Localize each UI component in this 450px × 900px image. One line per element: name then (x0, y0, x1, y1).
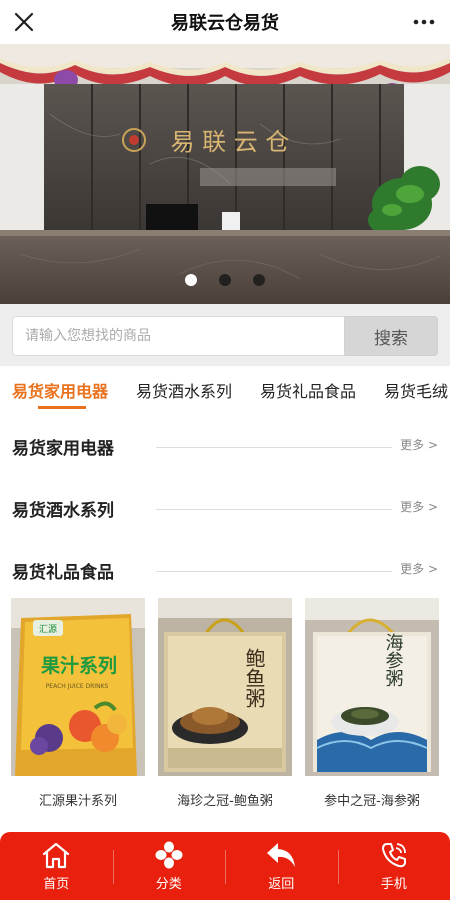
carousel-dot[interactable] (253, 274, 265, 286)
phone-icon (381, 842, 406, 867)
carousel-dot[interactable] (185, 274, 197, 286)
banner-sign-text: 易 联 云 仓 (171, 128, 290, 156)
section-divider (156, 509, 392, 510)
nav-item-home[interactable]: 首页 (0, 832, 113, 900)
page-title: 易联云仓易货 (171, 13, 279, 34)
section-divider (156, 571, 392, 572)
close-icon[interactable] (10, 8, 38, 36)
section-title: 易货礼品食品 (12, 563, 114, 583)
product-image: 海参粥 (305, 598, 439, 776)
nav-item-back[interactable]: 返回 (225, 832, 338, 900)
product-card[interactable]: 鲍鱼粥 海珍之冠-鲍鱼粥 (158, 598, 292, 809)
product-card[interactable]: 海参粥 参中之冠-海参粥 (305, 598, 439, 809)
product-card[interactable]: 汇源 果汁系列 PEACH JUICE DRINKS 汇源果汁系列 (11, 598, 145, 809)
box-subtitle-text: PEACH JUICE DRINKS (46, 683, 109, 690)
tab-liquor[interactable]: 易货酒水系列 (136, 378, 232, 402)
box-title-text: 海参粥 (383, 633, 404, 687)
section-gifts-food: 易货礼品食品 更多 > (0, 550, 450, 590)
box-title-text: 果汁系列 (40, 654, 117, 677)
section-title: 易货酒水系列 (12, 501, 114, 521)
more-icon[interactable] (410, 8, 438, 36)
carousel-dots (0, 274, 450, 286)
nav-item-phone[interactable]: 手机 (337, 832, 450, 900)
top-bar: 易联云仓易货 (0, 0, 450, 44)
search-input[interactable] (12, 316, 345, 356)
box-brand-text: 汇源 (39, 624, 57, 635)
back-icon (267, 842, 296, 867)
product-image: 鲍鱼粥 (158, 598, 292, 776)
section-home-appliances: 易货家用电器 更多 > (0, 426, 450, 466)
product-name: 海珍之冠-鲍鱼粥 (177, 794, 273, 809)
product-image: 汇源 果汁系列 PEACH JUICE DRINKS (11, 598, 145, 776)
nav-item-category[interactable]: 分类 (112, 832, 226, 900)
search-bar: 搜索 (0, 304, 450, 366)
tab-home-appliances[interactable]: 易货家用电器 (12, 378, 108, 402)
product-name: 参中之冠-海参粥 (324, 794, 420, 809)
nav-label: 首页 (43, 876, 70, 892)
carousel-dot[interactable] (219, 274, 231, 286)
active-tab-indicator (38, 406, 86, 409)
bottom-nav: 首页 分类 返回 手机 (0, 832, 450, 900)
banner-image: 易 联 云 仓 (0, 44, 450, 304)
page: 易联云仓易货 易 联 云 仓 请输入您想找的商品 搜索 易货家用电器 易货酒水系… (0, 0, 450, 900)
section-liquor: 易货酒水系列 更多 > (0, 488, 450, 528)
more-link[interactable]: 更多 > (400, 498, 438, 515)
nav-label: 分类 (155, 876, 182, 892)
tab-gifts-food[interactable]: 易货礼品食品 (260, 378, 356, 402)
more-link[interactable]: 更多 > (400, 560, 438, 577)
box-title-text: 鲍鱼粥 (242, 648, 266, 708)
section-title: 易货家用电器 (12, 439, 114, 459)
banner-carousel[interactable]: 易 联 云 仓 (0, 44, 450, 304)
nav-label: 手机 (380, 876, 407, 892)
home-icon (43, 842, 70, 868)
nav-label: 返回 (268, 876, 295, 892)
section-divider (156, 447, 392, 448)
product-name: 汇源果汁系列 (38, 794, 117, 809)
search-button[interactable]: 搜索 (344, 316, 438, 356)
more-link[interactable]: 更多 > (400, 436, 438, 453)
category-icon (155, 841, 183, 868)
tab-plush[interactable]: 易货毛绒 (384, 378, 448, 402)
